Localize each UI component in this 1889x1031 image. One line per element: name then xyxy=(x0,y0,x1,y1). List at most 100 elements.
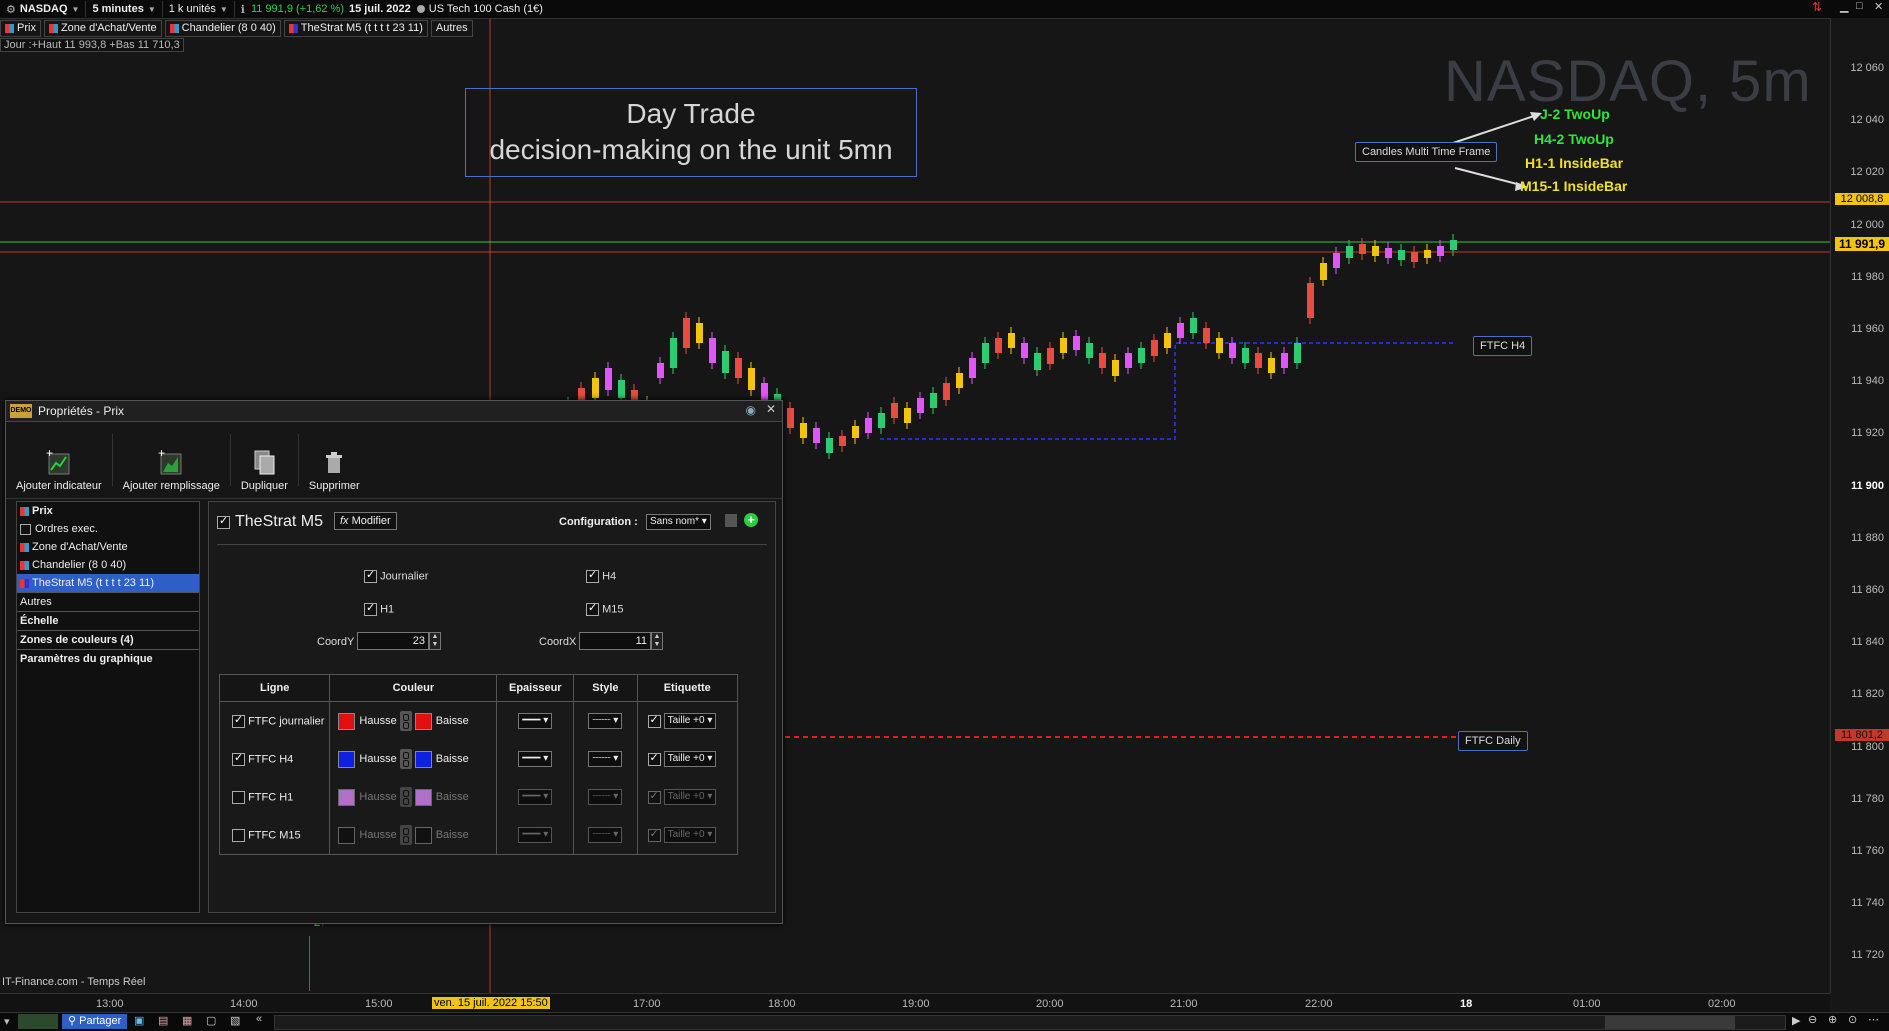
checkbox-icon[interactable] xyxy=(20,523,31,535)
share-button[interactable]: ⚲ Partager xyxy=(62,1014,128,1029)
tag-chandelier[interactable]: Chandelier (8 0 40) xyxy=(164,19,281,37)
zoom-out-icon[interactable]: ⊖ xyxy=(1808,1013,1817,1026)
close-icon[interactable]: ✕ xyxy=(766,402,776,416)
ftfc-h4-label[interactable]: FTFC H4 xyxy=(1473,336,1533,356)
timeframe-selector[interactable]: 5 minutes ▼ xyxy=(86,1,163,17)
coordy-stepper[interactable]: ▲ ▼ xyxy=(429,632,441,650)
tree-item-orders[interactable]: Ordres exec. xyxy=(17,520,199,538)
checkbox-icon[interactable] xyxy=(647,827,661,842)
tag-autres[interactable]: Autres xyxy=(430,19,473,37)
tree-item-autres[interactable]: Autres xyxy=(17,592,199,611)
line-width-select[interactable]: ━━━ ▾ xyxy=(518,789,553,805)
line-style-select[interactable]: ┈┈┈ ▾ xyxy=(588,751,623,767)
tool-icon-5[interactable]: ▧ xyxy=(230,1014,240,1027)
maximize-icon[interactable]: □ xyxy=(1856,0,1863,12)
coordx-stepper[interactable]: ▲ ▼ xyxy=(651,632,663,650)
checkbox-icon[interactable] xyxy=(232,790,245,804)
tool-icon-3[interactable]: ▦ xyxy=(182,1014,192,1027)
cb-m15[interactable]: M15 xyxy=(586,601,623,616)
cb-h4[interactable]: H4 xyxy=(586,568,616,583)
row-name-cell[interactable]: FTFC H1 xyxy=(218,778,331,816)
link-icon[interactable] xyxy=(399,825,412,845)
tag-zone[interactable]: Zone d'Achat/Vente xyxy=(43,19,162,37)
add-fill-button[interactable]: + Ajouter remplissage xyxy=(113,422,230,498)
link-icon[interactable]: ⇅ xyxy=(1812,0,1822,14)
cb-h1[interactable]: H1 xyxy=(364,601,394,616)
tag-thestrat[interactable]: TheStrat M5 (t t t t 23 11) xyxy=(283,19,428,37)
cb-journalier[interactable]: Journalier xyxy=(364,568,428,583)
checkbox-icon[interactable] xyxy=(232,713,245,728)
config-select[interactable]: Sans nom* ▾ xyxy=(646,514,711,530)
save-icon[interactable] xyxy=(725,514,737,527)
line-style-select[interactable]: ┈┈┈ ▾ xyxy=(588,827,623,843)
horizontal-scrollbar[interactable] xyxy=(274,1015,1786,1030)
checkbox-icon[interactable] xyxy=(647,713,661,728)
checkbox-icon[interactable] xyxy=(647,789,661,804)
line-width-select[interactable]: ━━━ ▾ xyxy=(518,827,553,843)
checkbox-icon[interactable] xyxy=(232,751,245,766)
ftfc-daily-label[interactable]: FTFC Daily xyxy=(1458,731,1528,751)
zoom-in-icon[interactable]: ⊕ xyxy=(1828,1013,1837,1026)
up-color-swatch[interactable] xyxy=(338,750,356,768)
tree-item-zones[interactable]: Zones de couleurs (4) xyxy=(17,630,199,649)
size-select[interactable]: Taille +0 ▾ xyxy=(663,827,717,843)
down-color-swatch[interactable] xyxy=(414,712,432,730)
modify-button[interactable]: fx Modifier xyxy=(334,512,397,530)
down-color-swatch[interactable] xyxy=(414,750,432,768)
down-color-swatch[interactable] xyxy=(414,826,432,844)
up-color-swatch[interactable] xyxy=(338,712,356,730)
tool-icon-1[interactable]: ▣ xyxy=(134,1014,144,1027)
candles-multi-tf-label[interactable]: Candles Multi Time Frame xyxy=(1355,142,1498,162)
link-icon[interactable] xyxy=(399,787,412,807)
time-axis[interactable]: 13:00 14:00 15:00 17:00 18:00 19:00 20:00 21:00… xyxy=(0,993,1830,1014)
row-name-cell[interactable]: FTFC M15 xyxy=(218,816,331,855)
tree-item-thestrat[interactable]: TheStrat M5 (t t t t 23 11) xyxy=(17,574,199,592)
link-icon[interactable] xyxy=(399,749,412,769)
settings-icon[interactable]: ⋯ xyxy=(1868,1013,1879,1026)
close-icon[interactable]: ✕ xyxy=(1874,0,1883,13)
link-icon[interactable] xyxy=(399,711,412,731)
line-style-select[interactable]: ┈┈┈ ▾ xyxy=(588,713,623,729)
checkbox-icon[interactable] xyxy=(647,751,661,766)
line-width-select[interactable]: ━━━ ▾ xyxy=(518,751,553,767)
row-name-cell[interactable]: FTFC journalier xyxy=(218,701,331,740)
indicator-enabled-checkbox[interactable] xyxy=(217,514,230,530)
tree-item-echelle[interactable]: Échelle xyxy=(17,611,199,630)
tree-item-zone[interactable]: Zone d'Achat/Vente xyxy=(17,538,199,556)
tag-prix[interactable]: Prix xyxy=(0,19,41,37)
coordx-input[interactable]: 11 xyxy=(579,632,651,650)
tool-icon-2[interactable]: ▤ xyxy=(158,1014,168,1027)
duplicate-button[interactable]: Dupliquer xyxy=(231,422,298,498)
add-indicator-button[interactable]: + Ajouter indicateur xyxy=(6,422,112,498)
size-select[interactable]: Taille +0 ▾ xyxy=(663,789,717,805)
dialog-titlebar[interactable]: DEMO Propriétés - Prix ◉ ✕ xyxy=(6,401,782,422)
tree-item-prix[interactable]: Prix xyxy=(17,502,199,520)
chart-type-button[interactable] xyxy=(18,1014,58,1029)
tree-item-chandelier[interactable]: Chandelier (8 0 40) xyxy=(17,556,199,574)
units-selector[interactable]: 1 k unités ▼ xyxy=(163,1,235,17)
price-axis[interactable]: 12 060 12 040 12 020 12 000 11 980 11 960 11 9… xyxy=(1830,18,1889,993)
minimize-icon[interactable]: ▁ xyxy=(1840,0,1848,13)
checkbox-icon[interactable] xyxy=(232,828,245,842)
chevron-down-icon[interactable]: ▾ xyxy=(4,1015,10,1028)
scroll-right-icon[interactable]: ▶ xyxy=(1792,1014,1800,1027)
zoom-fit-icon[interactable]: ⊙ xyxy=(1848,1013,1857,1026)
delete-button[interactable]: Supprimer xyxy=(299,422,370,498)
line-style-select[interactable]: ┈┈┈ ▾ xyxy=(588,789,623,805)
tree-item-params[interactable]: Paramètres du graphique xyxy=(17,649,199,668)
symbol-selector[interactable]: ⚙ NASDAQ ▼ xyxy=(0,1,87,17)
size-select[interactable]: Taille +0 ▾ xyxy=(663,751,717,767)
down-color-swatch[interactable] xyxy=(414,788,432,806)
rewind-icon[interactable]: « xyxy=(256,1013,262,1025)
size-select[interactable]: Taille +0 ▾ xyxy=(663,713,717,729)
coordy-input[interactable]: 23 xyxy=(357,632,429,650)
visibility-icon[interactable]: ◉ xyxy=(746,403,756,417)
up-color-swatch[interactable] xyxy=(338,826,356,844)
line-width-select[interactable]: ━━━ ▾ xyxy=(518,713,553,729)
scrollbar-thumb[interactable] xyxy=(1605,1016,1735,1029)
add-config-icon[interactable]: + xyxy=(744,513,758,527)
day-trade-annotation[interactable]: Day Trade decision-making on the unit 5m… xyxy=(465,88,917,177)
row-name-cell[interactable]: FTFC H4 xyxy=(218,740,331,778)
tool-icon-4[interactable]: ▢ xyxy=(206,1014,216,1027)
up-color-swatch[interactable] xyxy=(338,788,356,806)
